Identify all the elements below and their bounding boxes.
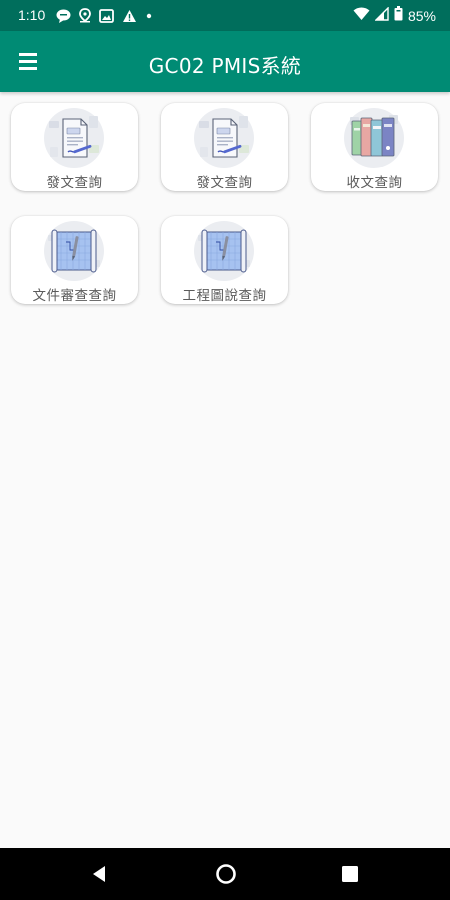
document-icon bbox=[42, 107, 106, 169]
card-label: 發文查詢 bbox=[196, 175, 253, 191]
recents-icon[interactable] bbox=[338, 862, 362, 886]
battery-percent: 85% bbox=[407, 7, 436, 24]
card-label: 收文查詢 bbox=[346, 175, 403, 191]
home-icon[interactable] bbox=[214, 862, 238, 886]
card-document-review-query[interactable]: 文件審查查詢 bbox=[11, 216, 138, 304]
card-label: 發文查詢 bbox=[46, 175, 103, 191]
chat-icon bbox=[56, 9, 71, 27]
status-time: 1:10 bbox=[18, 7, 46, 23]
binders-icon bbox=[342, 107, 406, 169]
dot-icon bbox=[145, 9, 153, 27]
system-nav-bar bbox=[0, 848, 450, 900]
blueprint-icon bbox=[192, 220, 256, 282]
app-bar: GC02 PMIS系統 bbox=[0, 31, 450, 92]
notification-icons bbox=[56, 8, 153, 27]
image-icon bbox=[99, 8, 114, 27]
card-incoming-query[interactable]: 收文查詢 bbox=[311, 103, 438, 191]
blueprint-icon bbox=[42, 220, 106, 282]
page-title: GC02 PMIS系統 bbox=[148, 54, 302, 78]
system-icons: 85% bbox=[353, 5, 436, 25]
card-outgoing-query-2[interactable]: 發文查詢 bbox=[161, 103, 288, 191]
card-label: 文件審查查詢 bbox=[32, 288, 117, 304]
card-outgoing-query-1[interactable]: 發文查詢 bbox=[11, 103, 138, 191]
battery-icon bbox=[394, 6, 403, 25]
status-bar: 1:10 85% bbox=[0, 0, 450, 31]
signal-icon bbox=[374, 5, 389, 25]
document-icon bbox=[192, 107, 256, 169]
warning-icon bbox=[122, 9, 137, 27]
wifi-icon bbox=[353, 7, 370, 25]
back-icon[interactable] bbox=[88, 862, 112, 886]
location-pin-icon bbox=[79, 8, 91, 27]
card-drawings-query[interactable]: 工程圖說查詢 bbox=[161, 216, 288, 304]
card-label: 工程圖說查詢 bbox=[182, 288, 267, 304]
